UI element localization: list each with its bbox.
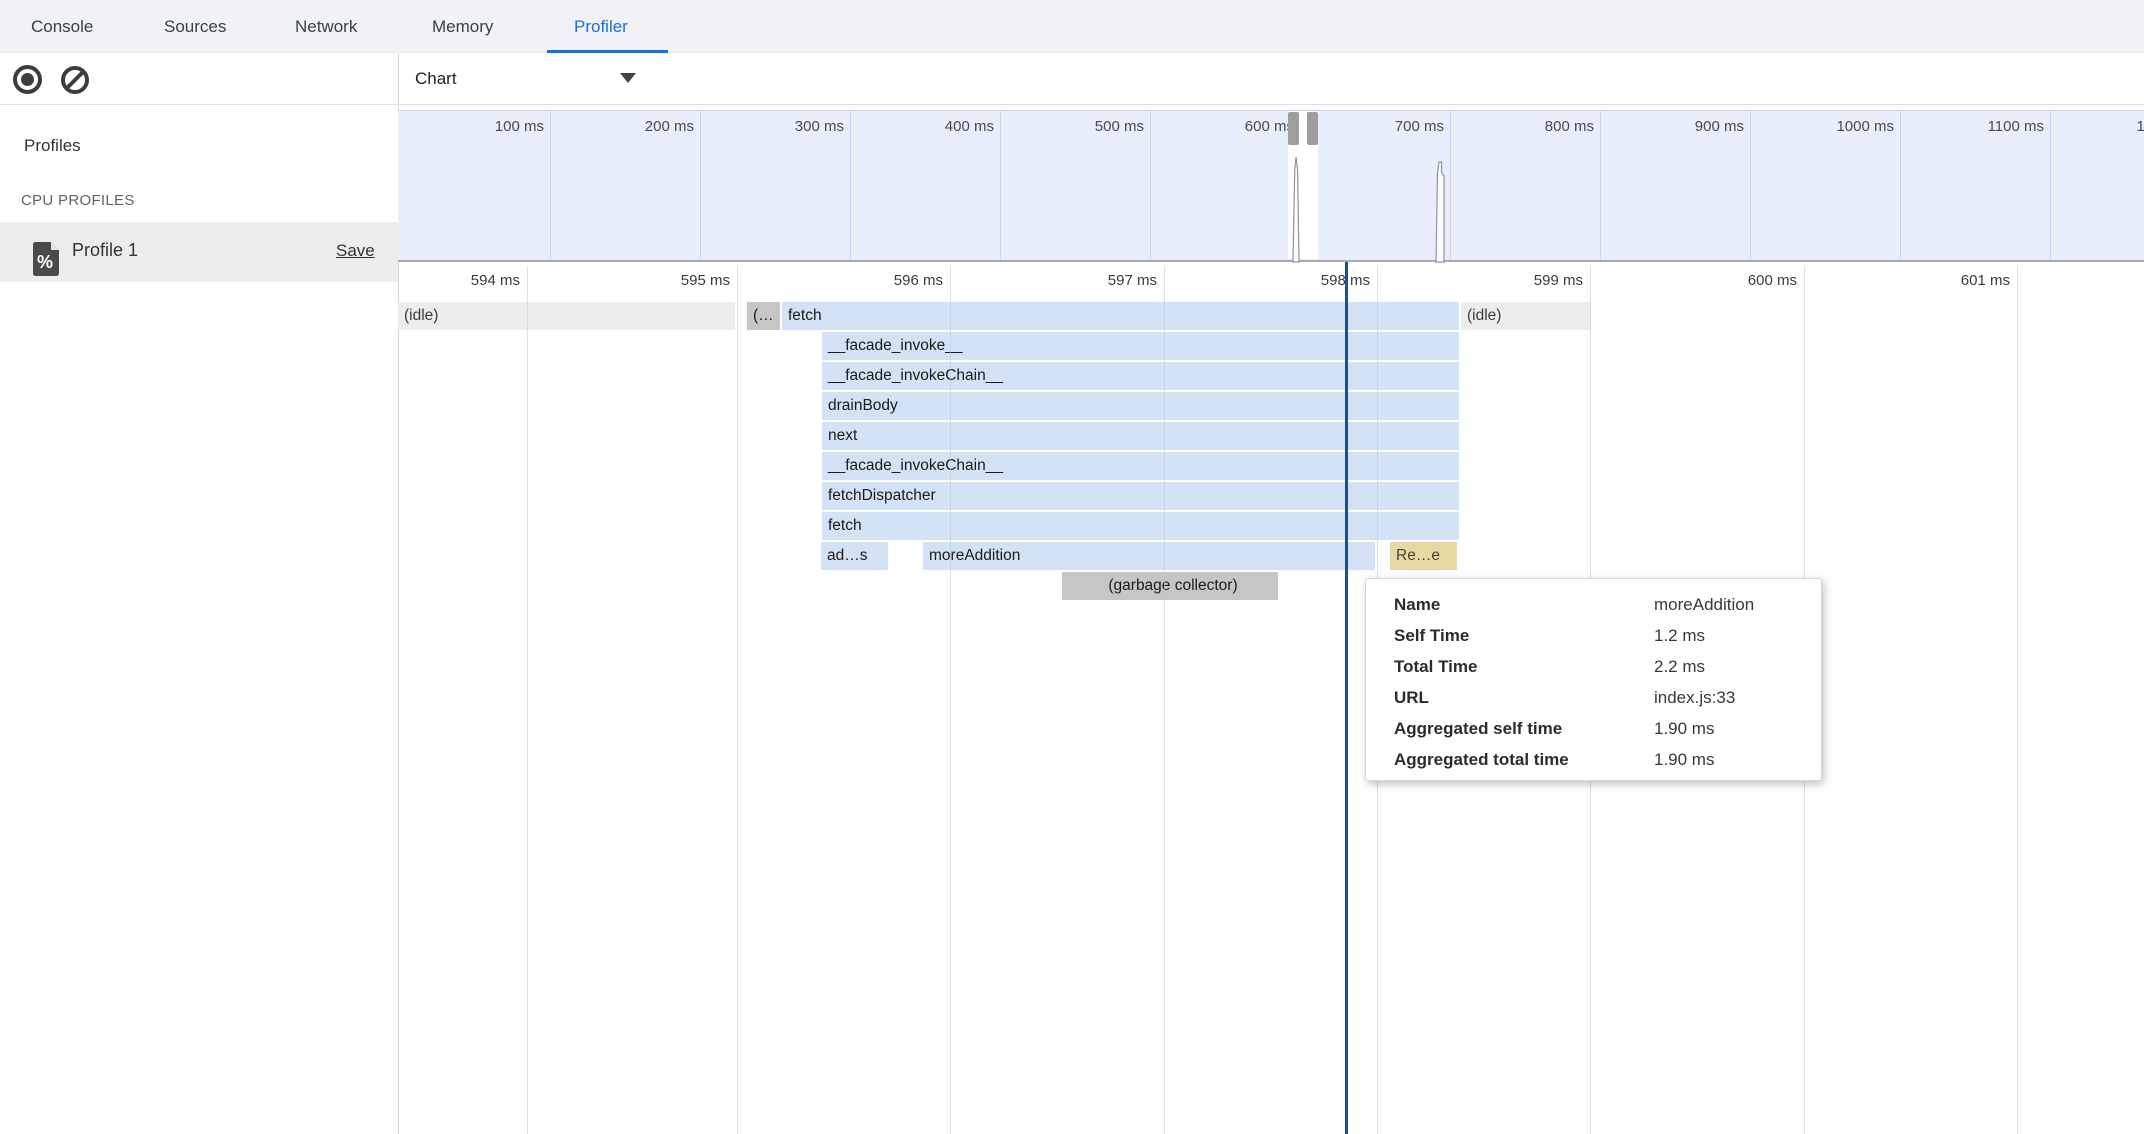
flame-bar[interactable]: (… [747,302,780,330]
flame-bar[interactable]: __facade_invokeChain__ [822,452,1459,480]
playhead-line [1345,262,1348,1134]
detail-tick-label: 595 ms [610,272,730,289]
flame-bar[interactable]: drainBody [822,392,1459,420]
overview-boundary-line [1000,111,1001,259]
toolbar-divider [0,104,2144,105]
detail-gridline [737,266,738,1134]
flame-bar[interactable]: ad…s [821,542,888,570]
profiles-heading: Profiles [24,136,81,156]
detail-tick-label: 600 ms [1677,272,1797,289]
frame-tooltip: NamemoreAddition Self Time1.2 ms Total T… [1365,578,1822,781]
overview-boundary-line [850,111,851,259]
flame-bar[interactable]: (idle) [1461,302,1591,330]
overview-tick-label: 100 ms [424,118,544,135]
tab-console[interactable]: Console [31,0,93,53]
flame-bar[interactable]: __facade_invoke__ [822,332,1459,360]
tooltip-row: Aggregated total time1.90 ms [1394,744,1821,775]
overview-boundary-line [1750,111,1751,259]
profile-document-icon: % [32,241,60,277]
flame-bar[interactable]: (idle) [398,302,735,330]
svg-text:%: % [37,252,53,272]
flame-bar[interactable]: fetch [822,512,1459,540]
flame-bar[interactable]: fetch [782,302,1459,330]
detail-tick-label: 597 ms [1037,272,1157,289]
flame-bar[interactable]: __facade_invokeChain__ [822,362,1459,390]
overview-tick-label: 900 ms [1624,118,1744,135]
detail-gridline [2017,266,2018,1134]
tab-sources[interactable]: Sources [164,0,226,53]
overview-tick-label: 500 ms [1024,118,1144,135]
overview-boundary-line [550,111,551,259]
tooltip-row: Total Time2.2 ms [1394,651,1821,682]
detail-tick-label: 601 ms [1890,272,2010,289]
overview-tick-label: 300 ms [724,118,844,135]
overview-tick-label: 1200 ms [2074,118,2144,135]
overview-tick-label: 1000 ms [1774,118,1894,135]
detail-tick-label: 594 ms [400,272,520,289]
active-tab-underline [547,50,668,53]
detail-tick-label: 596 ms [823,272,943,289]
cpu-profiles-heading: CPU PROFILES [21,192,135,209]
tooltip-row: Self Time1.2 ms [1394,620,1821,651]
selection-handle-right[interactable] [1307,112,1318,145]
detail-tick-label: 599 ms [1463,272,1583,289]
overview-boundary-line [1900,111,1901,259]
overview-tick-label: 800 ms [1474,118,1594,135]
overview-tick-label: 700 ms [1324,118,1444,135]
save-profile-link[interactable]: Save [336,241,375,261]
detail-tick-label: 598 ms [1250,272,1370,289]
flame-bar[interactable]: moreAddition [923,542,1375,570]
overview-boundary-line [1600,111,1601,259]
overview-tick-label: 600 ms [1174,118,1294,135]
tooltip-row: Aggregated self time1.90 ms [1394,713,1821,744]
tab-profiler[interactable]: Profiler [574,0,628,53]
flame-bar[interactable]: Re…e [1390,542,1457,570]
overview-tick-label: 1100 ms [1924,118,2044,135]
tooltip-row: URLindex.js:33 [1394,682,1821,713]
chevron-down-icon[interactable] [620,73,636,83]
overview-sample-spikes [1285,150,1455,263]
clear-icon[interactable] [61,66,89,94]
flame-bar[interactable]: (garbage collector) [1062,572,1278,600]
profiler-panel: Console Sources Network Memory Profiler … [0,0,2144,1134]
tab-memory[interactable]: Memory [432,0,493,53]
overview-tick-label: 400 ms [874,118,994,135]
detail-gridline [950,266,951,1134]
detail-gridline [1164,266,1165,1134]
tab-network[interactable]: Network [295,0,357,53]
overview-boundary-line [700,111,701,259]
overview-boundary-line [2050,111,2051,259]
overview-boundary-line [1150,111,1151,259]
record-icon[interactable] [13,65,42,94]
selection-handle-left[interactable] [1288,112,1299,145]
flame-bar[interactable]: next [822,422,1459,450]
view-mode-select[interactable]: Chart [415,69,457,89]
overview-tick-label: 200 ms [574,118,694,135]
profile-name: Profile 1 [72,240,138,261]
flame-bar[interactable]: fetchDispatcher [822,482,1459,510]
detail-gridline [527,266,528,1134]
tooltip-row: NamemoreAddition [1394,589,1821,620]
